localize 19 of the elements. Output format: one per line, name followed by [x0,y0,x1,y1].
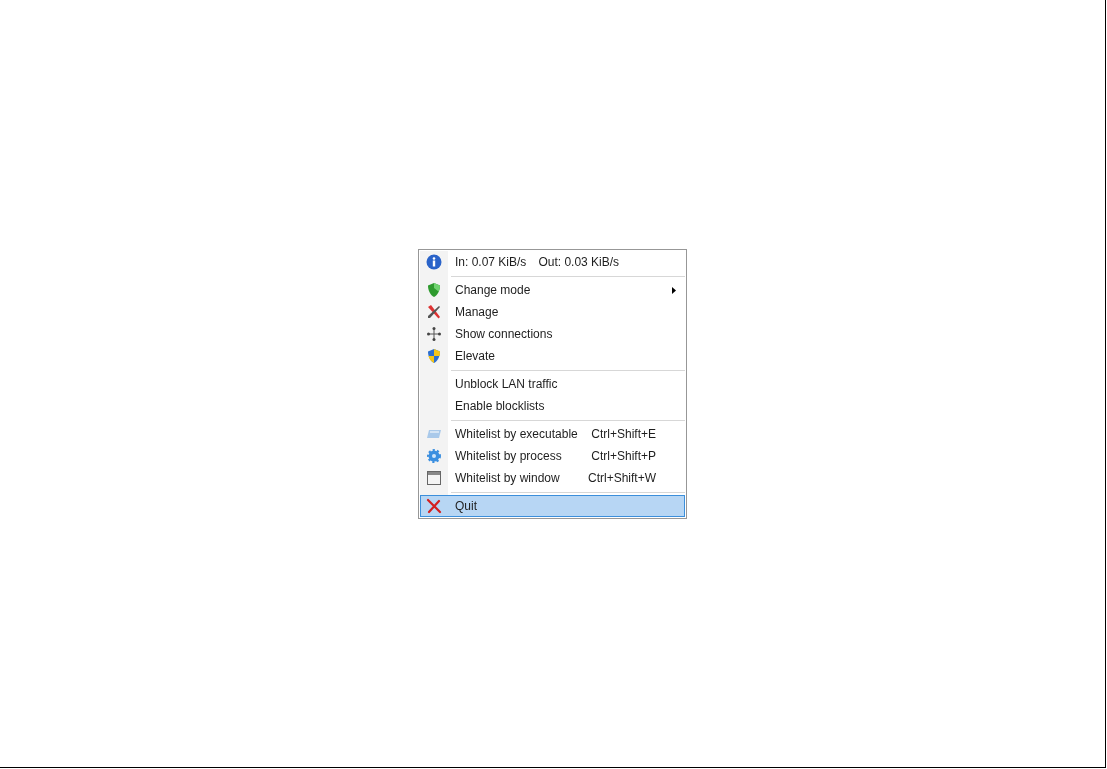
outbound-rate: Out: 0.03 KiB/s [538,254,620,271]
menu-item[interactable]: Change mode [420,279,685,301]
menu-item[interactable]: Whitelist by window Ctrl+Shift+W [420,467,685,489]
shield-icon [426,348,442,364]
info-icon [426,254,442,270]
menu-item[interactable]: Whitelist by executable Ctrl+Shift+E [420,423,685,445]
tools-icon [426,304,442,320]
menu-item[interactable]: Elevate [420,345,685,367]
menu-item[interactable]: Quit [420,495,685,517]
menu-item[interactable]: Whitelist by process Ctrl+Shift+P [420,445,685,467]
inbound-rate: In: 0.07 KiB/s [455,254,527,271]
close-icon [426,498,442,514]
network-icon [426,326,442,342]
shield-icon [426,282,442,298]
menu-item[interactable]: Show connections [420,323,685,345]
menu-item[interactable]: Manage [420,301,685,323]
menu-item[interactable]: Unblock LAN traffic [420,373,685,395]
gear-icon [426,448,442,464]
menu-item[interactable]: Enable blocklists [420,395,685,417]
